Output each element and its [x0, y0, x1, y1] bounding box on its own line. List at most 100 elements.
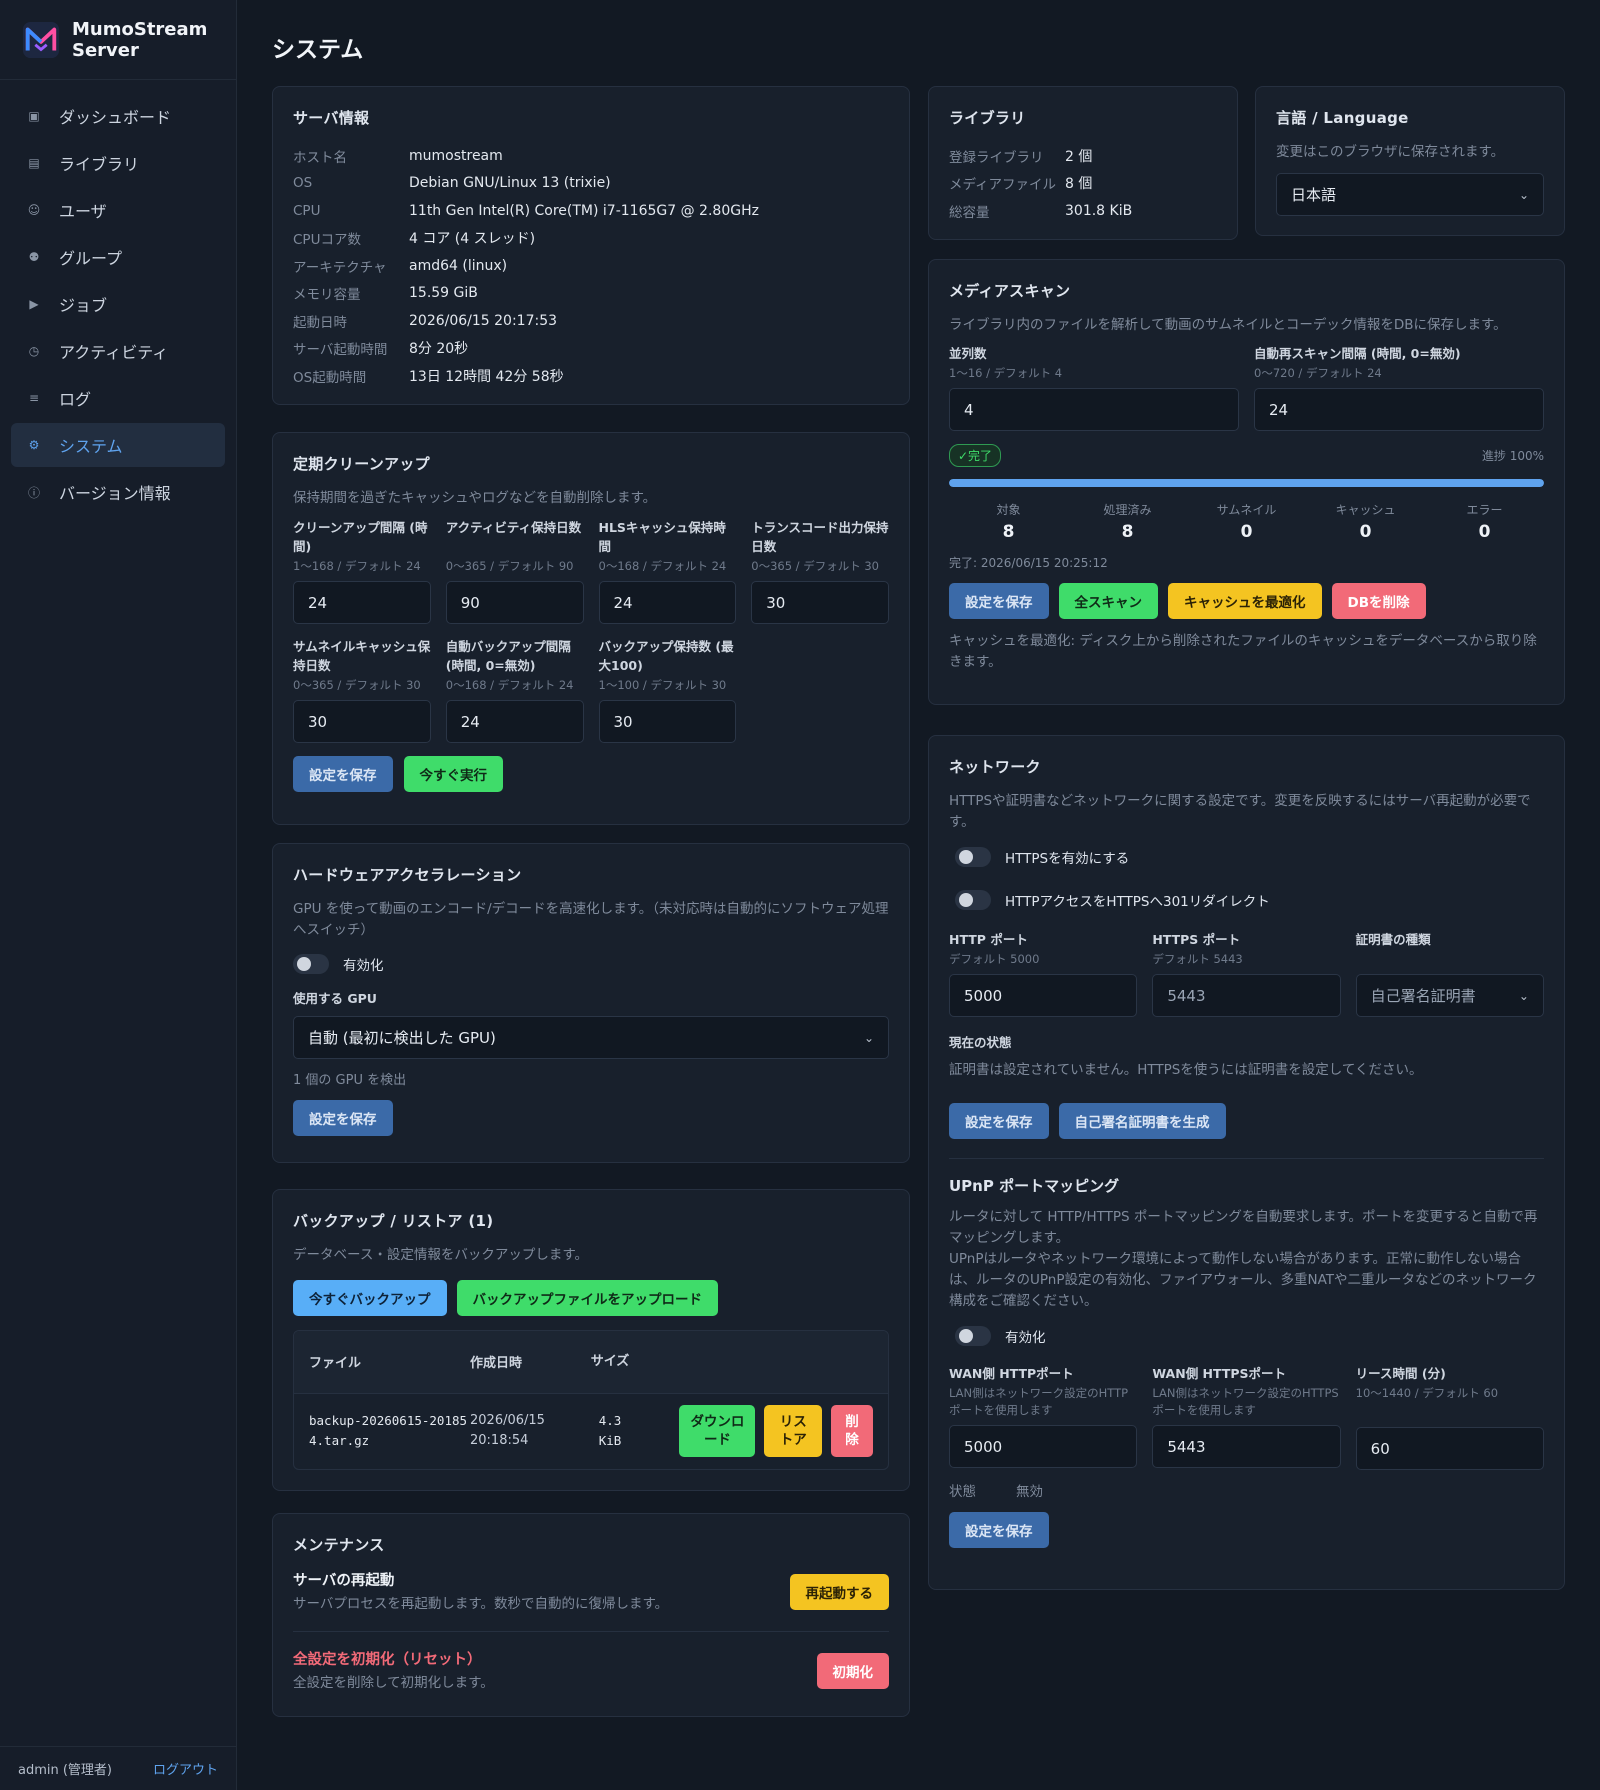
play-icon: ▶: [29, 297, 39, 311]
card-title: 定期クリーンアップ: [293, 455, 430, 473]
current-state-label: 現在の状態: [949, 1035, 1012, 1050]
server-info-list: ホスト名 mumostream OS Debian GNU/Linux 13 (tr…: [293, 142, 889, 390]
hwaccel-enable-toggle[interactable]: [293, 954, 329, 974]
nav-label: グループ: [59, 249, 123, 268]
language-select[interactable]: 日本語 ⌄: [1276, 173, 1544, 216]
restart-description: サーバプロセスを再起動します。数秒で自動的に復帰します。: [293, 1596, 669, 1612]
http-port-field: HTTP ポート デフォルト 5000 5000: [949, 930, 1138, 1017]
hls-retention-input[interactable]: 24: [598, 581, 737, 624]
lease-time-input[interactable]: 60: [1355, 1427, 1544, 1470]
backup-file-name: backup-20260615-201854.tar.gz: [309, 1413, 468, 1449]
save-button[interactable]: 設定を保存: [949, 1103, 1049, 1139]
wan-https-field: WAN側 HTTPSポート LAN側はネットワーク設定のHTTPSポートを使用しま…: [1152, 1364, 1341, 1470]
nav-item-users[interactable]: ☺ ユーザ: [11, 188, 225, 232]
nav-item-groups[interactable]: ⚉ グループ: [11, 235, 225, 279]
save-button[interactable]: 設定を保存: [949, 583, 1049, 619]
save-button[interactable]: 設定を保存: [293, 756, 393, 792]
nav-item-system[interactable]: ⚙ システム: [11, 423, 225, 467]
nav-item-library[interactable]: ▤ ライブラリ: [11, 141, 225, 185]
generate-cert-button[interactable]: 自己署名証明書を生成: [1058, 1103, 1226, 1139]
nav-label: ログ: [59, 390, 92, 409]
cert-type-select[interactable]: 自己署名証明書 ⌄: [1355, 974, 1544, 1017]
upnp-state-label: 状態: [949, 1484, 976, 1500]
upnp-enable-toggle[interactable]: [955, 1326, 991, 1346]
cleanup-interval-input[interactable]: 24: [293, 581, 431, 624]
card-description: GPU を使って動画のエンコード/デコードを高速化します。（未対応時は自動的にソ…: [293, 901, 889, 938]
cleanup-card: 定期クリーンアップ 保持期間を過ぎたキャッシュやログなどを自動削除します。 クリ…: [272, 432, 910, 825]
activity-retention-input[interactable]: 90: [445, 581, 584, 624]
scan-completed-time: 完了: 2026/06/15 20:25:12: [949, 556, 1108, 570]
upnp-description: ルータに対して HTTP/HTTPS ポートマッピングを自動要求します。ポートを…: [949, 1209, 1538, 1246]
table-header-row: ファイル 作成日時 サイズ: [294, 1331, 888, 1393]
upnp-save-button[interactable]: 設定を保存: [949, 1512, 1049, 1548]
download-button[interactable]: ダウンロード: [679, 1405, 756, 1458]
delete-button[interactable]: 削除: [831, 1405, 873, 1458]
card-description: ライブラリ内のファイルを解析して動画のサムネイルとコーデック情報をDBに保存しま…: [949, 317, 1507, 333]
card-title: ハードウェアアクセラレーション: [293, 866, 522, 884]
backup-actions: 今すぐバックアップ バックアップファイルをアップロード: [293, 1280, 889, 1316]
info-icon: ⓘ: [27, 485, 40, 500]
column-header-size: サイズ: [590, 1353, 630, 1369]
card-title: バックアップ / リストア (1): [293, 1212, 494, 1230]
reset-button[interactable]: 初期化: [816, 1653, 889, 1689]
library-card: ライブラリ 登録ライブラリ 2 個 メディアファイル 8 個 総容量 301.8 Ki…: [928, 86, 1238, 240]
gpu-select[interactable]: 自動 (最初に検出した GPU) ⌄: [293, 1016, 889, 1059]
https-redirect-toggle[interactable]: [955, 890, 991, 910]
library-row: メディアファイル 8 個: [949, 176, 1093, 194]
gear-icon: ⚙: [28, 438, 40, 452]
restore-button[interactable]: リストア: [764, 1405, 823, 1458]
cleanup-fields-row2: サムネイルキャッシュ保持日数 0〜365 / デフォルト 30 30 自動バックアッ…: [293, 637, 889, 743]
lease-time-field: リース時間 (分) 10〜1440 / デフォルト 60 60: [1355, 1364, 1544, 1470]
library-row: 登録ライブラリ 2 個: [949, 148, 1093, 166]
nav-item-dashboard[interactable]: ▣ ダッシュボード: [11, 94, 225, 138]
stat-target: 対象 8: [996, 503, 1021, 542]
nav-item-jobs[interactable]: ▶ ジョブ: [11, 282, 225, 326]
parallel-input[interactable]: 4: [949, 388, 1239, 431]
nav-item-activity[interactable]: ◷ アクティビティ: [11, 329, 225, 373]
http-port-input[interactable]: 5000: [949, 974, 1138, 1017]
wan-http-input[interactable]: 5000: [949, 1425, 1138, 1468]
library-icon: ▤: [28, 156, 40, 170]
save-button[interactable]: 設定を保存: [293, 1100, 393, 1136]
https-port-input[interactable]: 5443: [1152, 974, 1341, 1017]
nav-item-logs[interactable]: ≡ ログ: [11, 376, 225, 420]
wan-https-input[interactable]: 5443: [1152, 1425, 1341, 1468]
backup-keep-input[interactable]: 30: [598, 700, 737, 743]
optimize-cache-button[interactable]: キャッシュを最適化: [1168, 583, 1322, 619]
thumbnail-retention-input[interactable]: 30: [293, 700, 431, 743]
nav-label: アクティビティ: [59, 343, 169, 362]
upnp-fields: WAN側 HTTPポート LAN側はネットワーク設定のHTTPポートを使用します 5…: [949, 1364, 1544, 1470]
media-scan-card: メディアスキャン ライブラリ内のファイルを解析して動画のサムネイルとコーデック情…: [928, 259, 1565, 705]
card-description: データベース・設定情報をバックアップします。: [293, 1247, 588, 1263]
delete-db-button[interactable]: DBを削除: [1331, 583, 1426, 619]
hls-retention-field: HLSキャッシュ保持時間 0〜168 / デフォルト 24 24: [598, 518, 737, 624]
info-row: CPU 11th Gen Intel(R) Core(TM) i7-1165G7 …: [293, 202, 759, 219]
nav-label: バージョン情報: [59, 484, 171, 503]
nav-item-version[interactable]: ⓘ バージョン情報: [11, 470, 225, 514]
library-row: 総容量 301.8 KiB: [949, 202, 1133, 221]
backup-now-button[interactable]: 今すぐバックアップ: [293, 1280, 447, 1316]
cleanup-interval-field: クリーンアップ間隔 (時間) 1〜168 / デフォルト 24 24: [293, 518, 431, 624]
page-title: システム: [272, 37, 364, 63]
divider: [949, 1158, 1544, 1159]
transcode-retention-input[interactable]: 30: [751, 581, 889, 624]
upload-backup-button[interactable]: バックアップファイルをアップロード: [456, 1280, 718, 1316]
run-now-button[interactable]: 今すぐ実行: [403, 756, 503, 792]
thumbnail-retention-field: サムネイルキャッシュ保持日数 0〜365 / デフォルト 30 30: [293, 637, 431, 743]
https-redirect-row: HTTPアクセスをHTTPSへ301リダイレクト: [949, 890, 1544, 910]
group-icon: ⚉: [28, 250, 40, 264]
optimize-note: キャッシュを最適化: ディスク上から削除されたファイルのキャッシュをデータベース…: [949, 633, 1537, 670]
dashboard-icon: ▣: [28, 109, 40, 123]
restart-button[interactable]: 再起動する: [789, 1574, 889, 1610]
rescan-interval-input[interactable]: 24: [1254, 388, 1544, 431]
backup-card: バックアップ / リストア (1) データベース・設定情報をバックアップします。…: [272, 1189, 910, 1491]
card-title: ネットワーク: [949, 758, 1041, 776]
auto-backup-interval-input[interactable]: 24: [445, 700, 584, 743]
https-enable-toggle[interactable]: [955, 847, 991, 867]
brand[interactable]: MumoStream Server: [0, 0, 236, 80]
full-scan-button[interactable]: 全スキャン: [1058, 583, 1158, 619]
row-actions: ダウンロード リストア 削除: [630, 1393, 888, 1469]
port-fields: HTTP ポート デフォルト 5000 5000 HTTPS ポート デフォルト 54…: [949, 930, 1544, 1017]
logout-link[interactable]: ログアウト: [153, 1759, 218, 1778]
info-row: OS起動時間 13日 12時間 42分 58秒: [293, 368, 564, 386]
